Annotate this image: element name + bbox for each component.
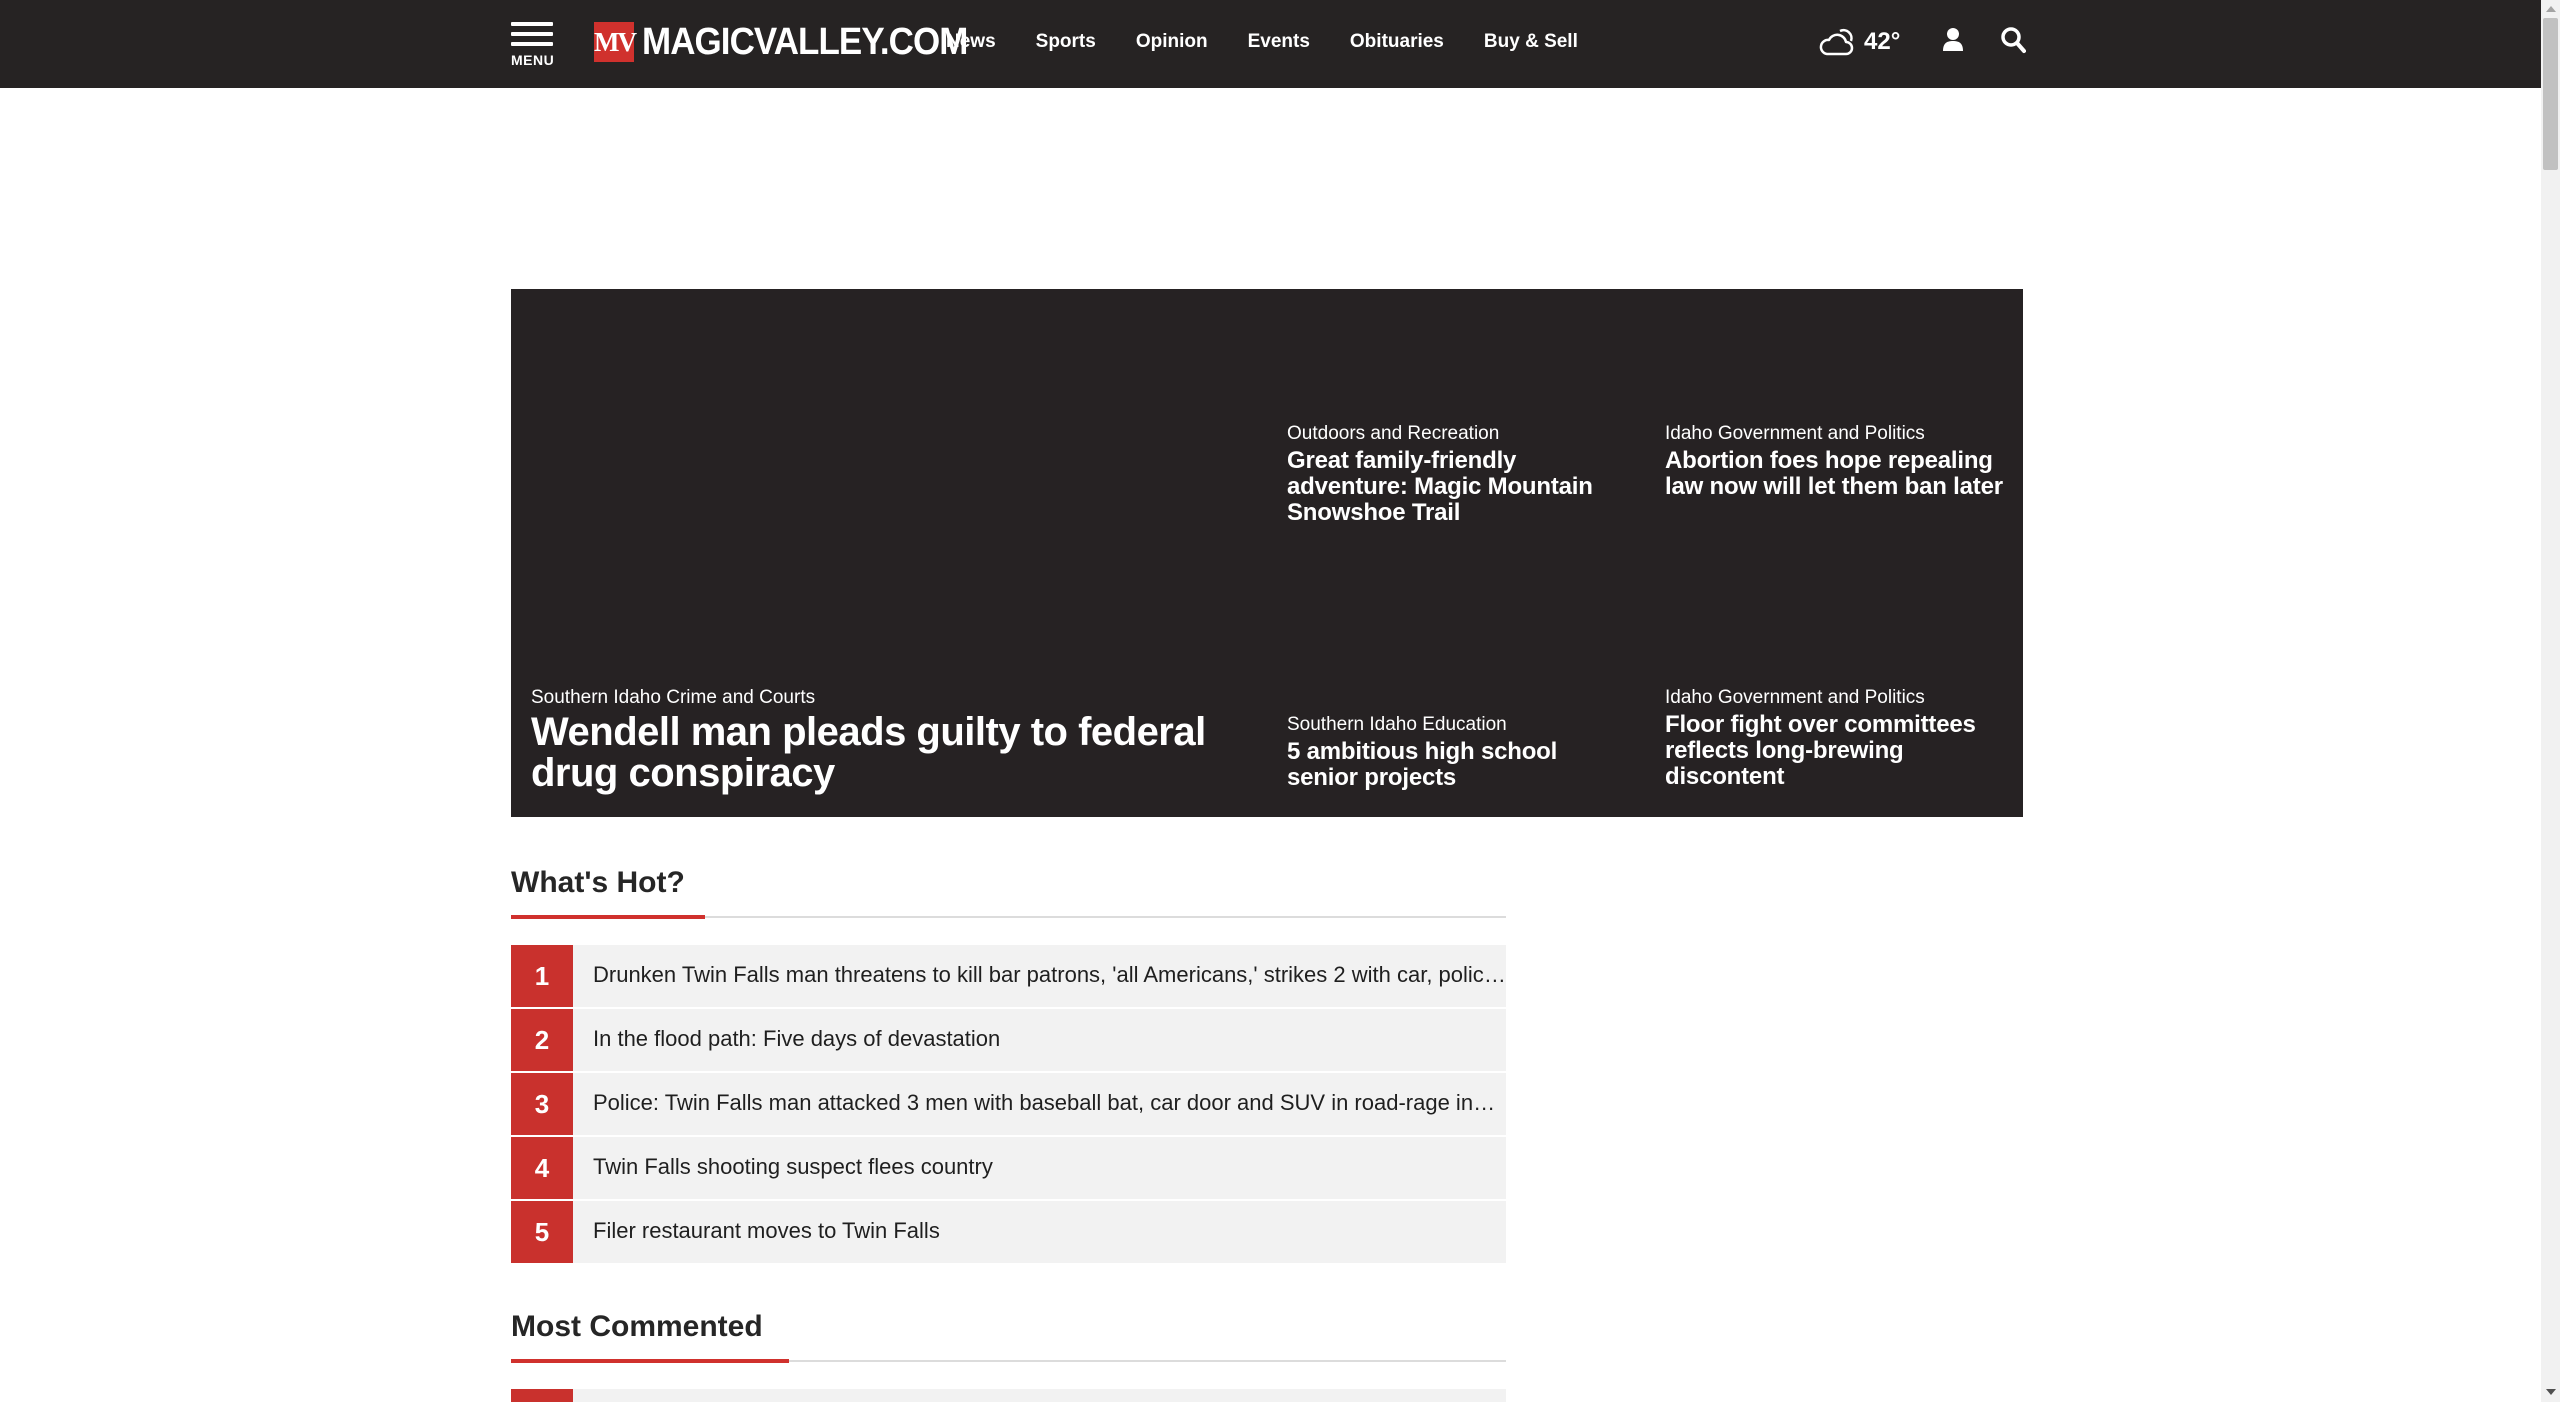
site-logo[interactable]: MV MAGICVALLEY.COM (594, 20, 996, 64)
hamburger-icon-bar-3 (511, 42, 553, 46)
scroll-up-arrow-icon[interactable] (2546, 6, 2556, 12)
list-item[interactable]: 3 Police: Twin Falls man attacked 3 men … (511, 1073, 1506, 1135)
nav-item-sports[interactable]: Sports (1036, 31, 1096, 53)
nav-item-opinion[interactable]: Opinion (1136, 31, 1208, 53)
whats-hot-divider (511, 915, 1506, 919)
rank-number: 2 (511, 1009, 573, 1071)
story-headline[interactable]: Abortion foes hope repealing law now wil… (1665, 448, 2010, 500)
menu-label: MENU (511, 52, 555, 68)
rank-number: 3 (511, 1073, 573, 1135)
most-commented-accent (511, 1359, 789, 1363)
hamburger-icon-bar-2 (511, 32, 553, 36)
logo-text: MAGICVALLEY.COM (642, 20, 968, 63)
story-kicker[interactable]: Idaho Government and Politics (1665, 422, 2010, 446)
hero-stories: Southern Idaho Crime and Courts Wendell … (511, 289, 2023, 817)
story-headline[interactable]: Floor fight over committees reflects lon… (1665, 712, 2010, 790)
nav-item-events[interactable]: Events (1248, 31, 1310, 53)
menu-button[interactable]: MENU (511, 22, 555, 70)
list-item-title[interactable]: In the flood path: Five days of devastat… (593, 1009, 1506, 1069)
cloud-sun-icon (1819, 28, 1854, 56)
scroll-down-arrow-icon[interactable] (2546, 1389, 2556, 1395)
hamburger-icon (511, 22, 553, 26)
hero-story-2[interactable]: Idaho Government and Politics Abortion f… (1665, 422, 2010, 500)
list-item-title[interactable]: Police: Twin Falls man attacked 3 men wi… (593, 1073, 1506, 1133)
list-item[interactable]: 4 Twin Falls shooting suspect flees coun… (511, 1137, 1506, 1199)
list-item-title[interactable]: Filer restaurant moves to Twin Falls (593, 1201, 1506, 1261)
story-kicker[interactable]: Outdoors and Recreation (1287, 422, 1632, 446)
nav-item-news[interactable]: News (946, 31, 996, 53)
rank-number: 1 (511, 945, 573, 1007)
weather-widget[interactable]: 42° (1818, 24, 1900, 60)
list-item-title[interactable]: Drunken Twin Falls man threatens to kill… (593, 945, 1506, 1005)
most-commented-list-item-partial[interactable] (511, 1389, 1506, 1402)
hero-story-4[interactable]: Idaho Government and Politics Floor figh… (1665, 686, 2010, 790)
story-kicker[interactable]: Southern Idaho Education (1287, 713, 1632, 737)
nav-item-obituaries[interactable]: Obituaries (1350, 31, 1444, 53)
whats-hot-accent (511, 915, 705, 919)
top-navigation-bar: MENU MV MAGICVALLEY.COM News Sports Opin… (0, 0, 2541, 88)
list-item[interactable]: 1 Drunken Twin Falls man threatens to ki… (511, 945, 1506, 1007)
rank-number: 5 (511, 1201, 573, 1263)
list-item-title[interactable]: Twin Falls shooting suspect flees countr… (593, 1137, 1506, 1197)
most-commented-divider (511, 1359, 1506, 1363)
story-headline[interactable]: Great family-friendly adventure: Magic M… (1287, 448, 1632, 526)
hero-story-3[interactable]: Southern Idaho Education 5 ambitious hig… (1287, 713, 1632, 791)
list-item[interactable]: 5 Filer restaurant moves to Twin Falls (511, 1201, 1506, 1263)
hero-story-1[interactable]: Outdoors and Recreation Great family-fri… (1287, 422, 1632, 526)
story-headline[interactable]: Wendell man pleads guilty to federal dru… (531, 712, 1251, 794)
page-scrollbar[interactable] (2541, 0, 2560, 1402)
search-button[interactable] (2000, 26, 2026, 54)
hero-main-story[interactable]: Southern Idaho Crime and Courts Wendell … (531, 686, 1251, 794)
logo-mark: MV (594, 22, 637, 62)
weather-temperature: 42° (1864, 28, 1901, 55)
whats-hot-list: 1 Drunken Twin Falls man threatens to ki… (511, 945, 1506, 1265)
user-account-button[interactable] (1942, 27, 1964, 53)
scrollbar-thumb[interactable] (2543, 18, 2558, 170)
user-icon (1943, 28, 1963, 51)
whats-hot-title: What's Hot? (511, 866, 685, 899)
rank-number-partial (511, 1389, 573, 1402)
rank-number: 4 (511, 1137, 573, 1199)
most-commented-title: Most Commented (511, 1310, 763, 1343)
main-nav: News Sports Opinion Events Obituaries Bu… (946, 0, 1618, 84)
list-item[interactable]: 2 In the flood path: Five days of devast… (511, 1009, 1506, 1071)
nav-item-buy-sell[interactable]: Buy & Sell (1484, 31, 1578, 53)
search-icon (2001, 27, 2026, 53)
story-headline[interactable]: 5 ambitious high school senior projects (1287, 739, 1632, 791)
story-kicker[interactable]: Southern Idaho Crime and Courts (531, 686, 1251, 710)
story-kicker[interactable]: Idaho Government and Politics (1665, 686, 2010, 710)
